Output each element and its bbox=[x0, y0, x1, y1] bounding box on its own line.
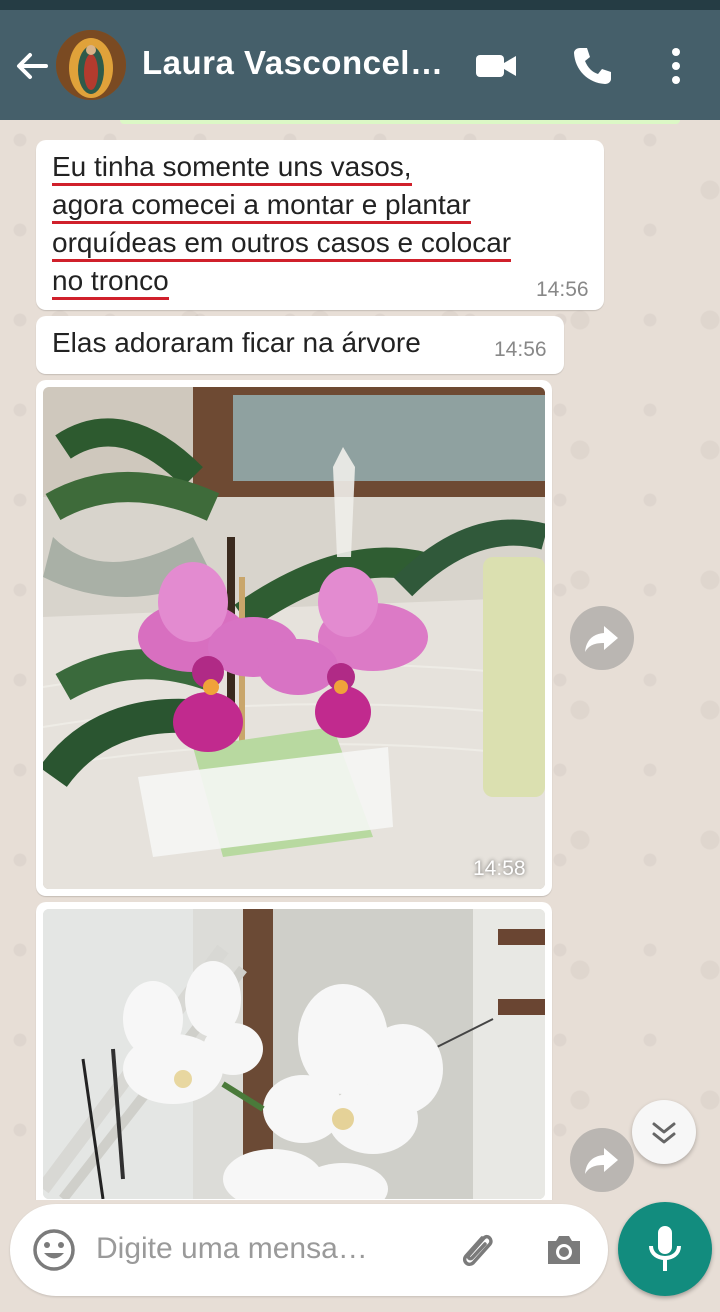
forward-icon bbox=[585, 626, 618, 652]
emoji-icon[interactable] bbox=[30, 1226, 78, 1274]
white-orchid-photo[interactable] bbox=[43, 909, 545, 1199]
message-line: orquídeas em outros casos e colocar bbox=[52, 227, 512, 262]
more-options-icon[interactable] bbox=[652, 42, 700, 90]
pink-orchid-photo[interactable]: 14:58 bbox=[43, 387, 545, 889]
contact-name[interactable]: Laura Vasconcel… bbox=[142, 44, 442, 82]
status-bar bbox=[0, 0, 720, 10]
double-chevron-down-icon bbox=[652, 1122, 676, 1144]
mic-button[interactable] bbox=[618, 1202, 712, 1296]
camera-icon[interactable] bbox=[540, 1226, 588, 1274]
forward-button[interactable] bbox=[570, 1128, 634, 1192]
message-input[interactable]: Digite uma mensa… bbox=[96, 1232, 368, 1266]
video-call-icon[interactable] bbox=[472, 42, 520, 90]
image-message[interactable] bbox=[36, 902, 552, 1200]
message-line: Eu tinha somente uns vasos, bbox=[52, 151, 412, 186]
message-time: 14:56 bbox=[536, 278, 589, 301]
phone-icon[interactable] bbox=[568, 42, 616, 90]
message-text: Elas adoraram ficar na árvore bbox=[52, 327, 421, 358]
chat-area[interactable]: Eu tinha somente uns vasos, agora comece… bbox=[0, 120, 720, 1200]
message-text: Eu tinha somente uns vasos, agora comece… bbox=[52, 148, 592, 300]
avatar[interactable] bbox=[56, 30, 126, 100]
message-time: 14:58 bbox=[473, 857, 526, 880]
back-arrow-icon[interactable] bbox=[12, 46, 52, 86]
incoming-message[interactable]: Eu tinha somente uns vasos, agora comece… bbox=[36, 140, 604, 310]
message-line: no tronco bbox=[52, 265, 169, 300]
forward-icon bbox=[585, 1148, 618, 1174]
forward-button[interactable] bbox=[570, 606, 634, 670]
scroll-to-bottom-button[interactable] bbox=[632, 1100, 696, 1164]
image-message[interactable]: 14:58 bbox=[36, 380, 552, 896]
message-composer[interactable]: Digite uma mensa… bbox=[10, 1204, 608, 1296]
microphone-icon bbox=[649, 1226, 681, 1271]
message-line: agora comecei a montar e plantar bbox=[52, 189, 471, 224]
incoming-message[interactable]: Elas adoraram ficar na árvore 14:56 bbox=[36, 316, 564, 374]
chat-header: Laura Vasconcel… bbox=[0, 10, 720, 120]
attach-icon[interactable] bbox=[452, 1226, 500, 1274]
message-time: 14:56 bbox=[494, 338, 547, 361]
previous-message-edge bbox=[120, 120, 680, 124]
